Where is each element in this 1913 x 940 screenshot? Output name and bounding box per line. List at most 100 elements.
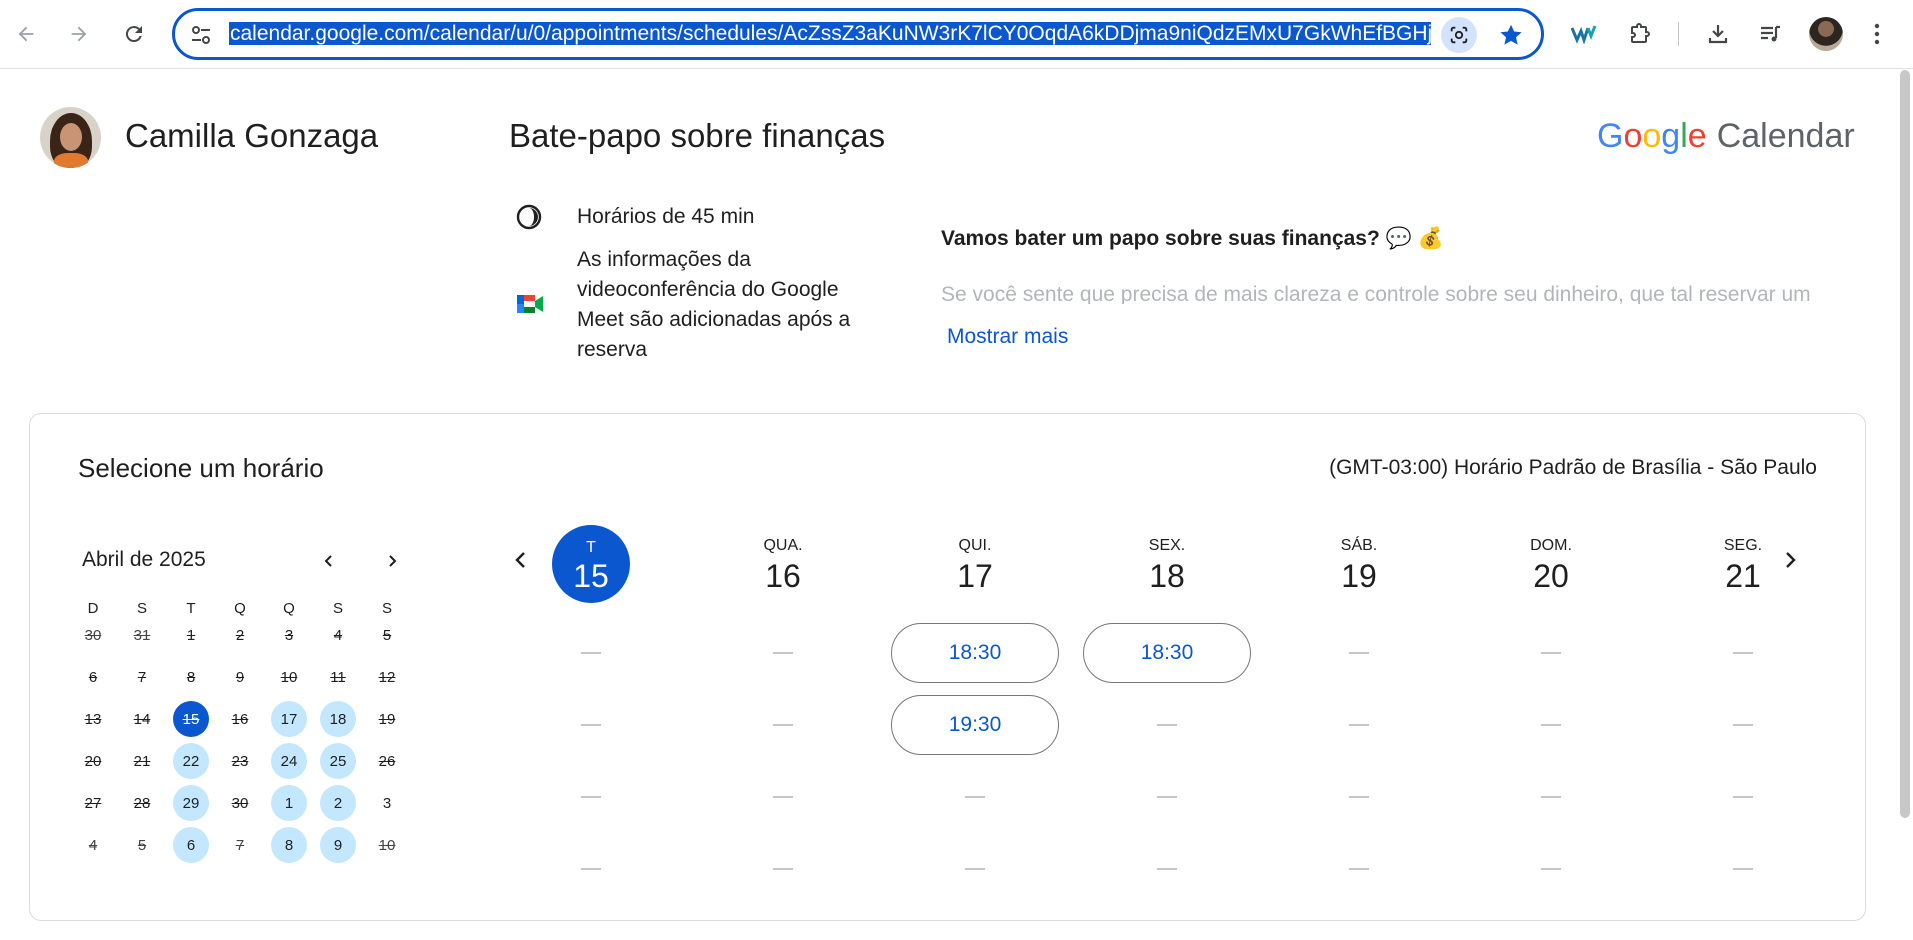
no-slot-dash bbox=[581, 724, 601, 726]
google-calendar-logo: Google Calendar bbox=[1597, 115, 1855, 157]
weekday-initial: S bbox=[332, 600, 343, 617]
weekday-initial: T bbox=[186, 600, 196, 617]
event-title: Bate-papo sobre finanças bbox=[509, 117, 886, 154]
no-slot-dash bbox=[1349, 724, 1369, 726]
mini-calendar-day-available[interactable]: 18 bbox=[320, 701, 356, 737]
mini-calendar-day-available[interactable]: 2 bbox=[320, 785, 356, 821]
mini-calendar-day: 12 bbox=[378, 668, 396, 686]
chevron-left-icon bbox=[515, 552, 525, 568]
week-day-dow: SÁB. bbox=[1340, 537, 1378, 554]
w-extension-icon bbox=[1571, 25, 1597, 44]
reload-button[interactable] bbox=[114, 14, 154, 54]
mini-calendar-day: 13 bbox=[84, 710, 102, 728]
mini-calendar-day: 5 bbox=[382, 626, 392, 644]
url-text[interactable]: calendar.google.com/calendar/u/0/appoint… bbox=[229, 21, 1431, 47]
description-emoji: 💬 💰 bbox=[1385, 227, 1444, 250]
mini-calendar-day: 8 bbox=[186, 668, 196, 686]
google-wordmark: Google bbox=[1597, 117, 1707, 155]
week-day-dow: SEX. bbox=[1148, 537, 1186, 554]
chevron-right-icon bbox=[389, 555, 397, 567]
timezone-selector[interactable]: (GMT-03:00) Horário Padrão de Brasília -… bbox=[1329, 453, 1817, 483]
week-day-dow: SEG. bbox=[1723, 537, 1763, 554]
puzzle-icon bbox=[1631, 23, 1650, 43]
show-more-link[interactable]: Mostrar mais bbox=[947, 322, 1068, 352]
media-controls-button[interactable] bbox=[1751, 15, 1789, 53]
no-slot-dash bbox=[581, 868, 601, 870]
lens-icon bbox=[1450, 26, 1468, 44]
mini-calendar-day: 30 bbox=[84, 626, 102, 644]
no-slot-dash bbox=[581, 652, 601, 654]
week-day-header: QUA. 16 bbox=[699, 524, 867, 596]
duration-text: Horários de 45 min bbox=[577, 205, 755, 228]
mini-calendar-day: 4 bbox=[333, 626, 343, 644]
address-bar[interactable]: calendar.google.com/calendar/u/0/appoint… bbox=[172, 8, 1544, 60]
mini-calendar-day-available[interactable]: 24 bbox=[271, 743, 307, 779]
star-icon bbox=[1500, 24, 1522, 45]
mini-calendar-day: 2 bbox=[235, 626, 245, 644]
mini-calendar-day: 26 bbox=[378, 752, 396, 770]
host-avatar bbox=[40, 107, 101, 168]
mini-calendar-day-available[interactable]: 25 bbox=[320, 743, 356, 779]
mini-calendar-day-available[interactable]: 17 bbox=[271, 701, 307, 737]
weekday-initial: D bbox=[87, 600, 99, 617]
site-settings-icon[interactable] bbox=[189, 23, 213, 47]
google-lens-button[interactable] bbox=[1441, 17, 1477, 53]
week-day-dow: T bbox=[586, 539, 596, 556]
mini-calendar-day: 11 bbox=[330, 668, 346, 686]
host-name: Camilla Gonzaga bbox=[125, 117, 379, 154]
extension-w-button[interactable] bbox=[1565, 15, 1603, 53]
mini-calendar-day: 7 bbox=[235, 836, 245, 854]
mini-calendar-day: 6 bbox=[88, 668, 98, 686]
back-button[interactable] bbox=[6, 14, 46, 54]
prev-week-button[interactable] bbox=[503, 544, 539, 576]
extensions-button[interactable] bbox=[1621, 15, 1659, 53]
browser-menu-button[interactable] bbox=[1858, 15, 1896, 53]
prev-month-button[interactable] bbox=[313, 545, 345, 577]
reload-icon bbox=[125, 26, 142, 43]
week-day-header: SEX. 18 bbox=[1083, 524, 1251, 596]
no-slot-dash bbox=[1157, 796, 1177, 798]
mini-calendar-day-available[interactable]: 22 bbox=[173, 743, 209, 779]
no-slot-dash bbox=[773, 724, 793, 726]
url-selected: calendar.google.com/calendar/u/0/appoint… bbox=[229, 22, 1431, 45]
week-day-number: 15 bbox=[573, 558, 609, 594]
profile-avatar[interactable] bbox=[1809, 17, 1843, 51]
week-day-number: 17 bbox=[957, 558, 993, 594]
forward-button[interactable] bbox=[59, 14, 99, 54]
toolbar-separator bbox=[1678, 22, 1679, 46]
bookmark-star-button[interactable] bbox=[1493, 17, 1529, 53]
description-heading-text: Vamos bater um papo sobre suas finanças? bbox=[941, 227, 1380, 250]
arrow-left-icon bbox=[18, 26, 34, 42]
mini-calendar-day: 5 bbox=[137, 836, 147, 854]
mini-calendar-day: 31 bbox=[133, 626, 151, 644]
downloads-button[interactable] bbox=[1699, 15, 1737, 53]
meet-info-line2: videoconferência do Google bbox=[577, 278, 839, 301]
mini-calendar-day-available[interactable]: 1 bbox=[271, 785, 307, 821]
mini-calendar-day-available[interactable]: 29 bbox=[173, 785, 209, 821]
mini-calendar-day-available[interactable]: 6 bbox=[173, 827, 209, 863]
no-slot-dash bbox=[581, 796, 601, 798]
browser-toolbar: calendar.google.com/calendar/u/0/appoint… bbox=[0, 0, 1913, 69]
more-vert-icon bbox=[1874, 23, 1880, 45]
no-slot-dash bbox=[965, 796, 985, 798]
mini-calendar-day-available[interactable]: 9 bbox=[320, 827, 356, 863]
no-slot-dash bbox=[1157, 724, 1177, 726]
week-day-number: 16 bbox=[765, 558, 801, 594]
mini-calendar-day-available[interactable]: 8 bbox=[271, 827, 307, 863]
mini-calendar-day: 20 bbox=[84, 752, 102, 770]
no-slot-dash bbox=[1541, 796, 1561, 798]
page-scrollbar[interactable] bbox=[1900, 70, 1910, 818]
mini-calendar-day-selected[interactable]: 15 bbox=[173, 701, 209, 737]
weekday-initial: Q bbox=[283, 600, 295, 617]
mini-calendar-day: 19 bbox=[378, 710, 396, 728]
mini-calendar-day: 3 bbox=[382, 794, 392, 812]
time-slot-button[interactable]: 18:30 bbox=[1083, 623, 1251, 683]
no-slot-dash bbox=[1157, 868, 1177, 870]
next-month-button[interactable] bbox=[376, 545, 408, 577]
arrow-right-icon bbox=[71, 26, 87, 42]
mini-calendar-day: 30 bbox=[231, 794, 249, 812]
time-slot-button[interactable]: 19:30 bbox=[891, 695, 1059, 755]
no-slot-dash bbox=[1733, 724, 1753, 726]
time-slot-button[interactable]: 18:30 bbox=[891, 623, 1059, 683]
week-day-today[interactable]: T 15 bbox=[552, 525, 630, 603]
